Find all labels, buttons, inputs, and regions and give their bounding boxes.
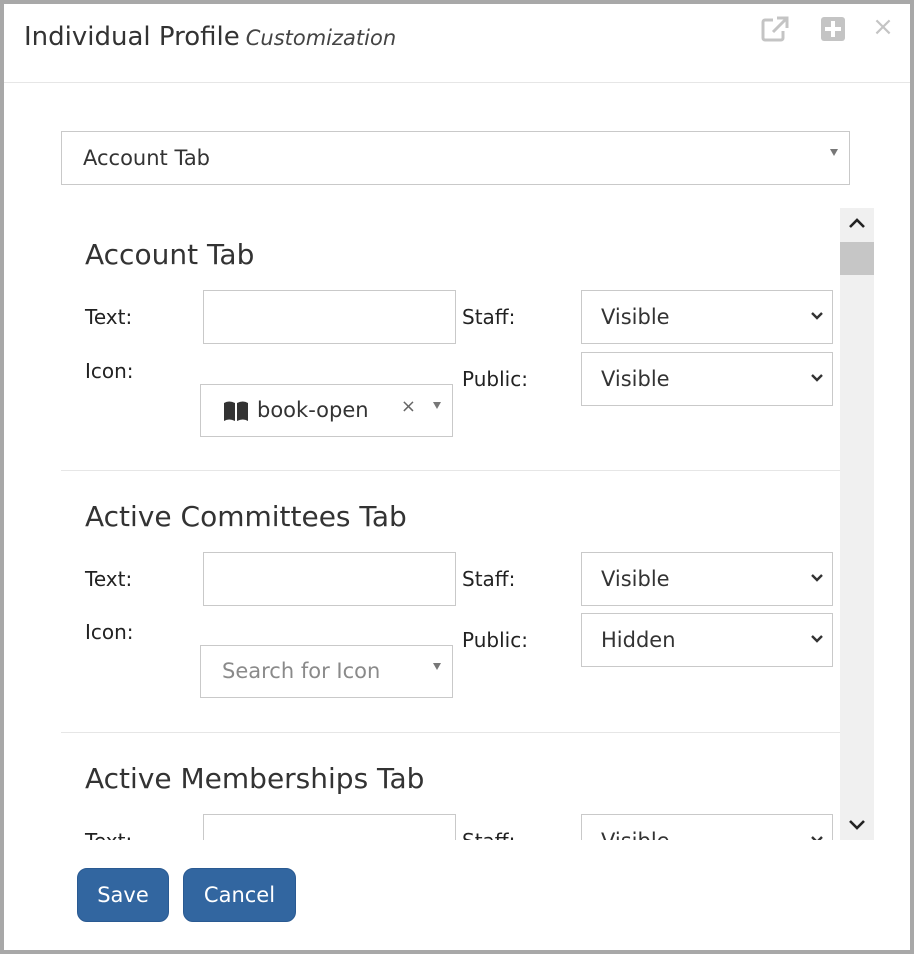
staff-select-value: Visible bbox=[601, 305, 670, 329]
icon-picker-placeholder: Search for Icon bbox=[222, 659, 381, 683]
section-title: Active Committees Tab bbox=[85, 500, 407, 533]
public-select-value: Visible bbox=[601, 367, 670, 391]
close-icon[interactable]: × bbox=[868, 12, 898, 42]
chevron-down-icon bbox=[811, 574, 823, 582]
staff-label: Staff: bbox=[462, 305, 516, 329]
section-title: Active Memberships Tab bbox=[85, 762, 425, 795]
caret-down-icon bbox=[433, 663, 441, 670]
tab-select-value: Account Tab bbox=[83, 146, 211, 170]
scrollbar[interactable] bbox=[840, 208, 874, 840]
text-label: Text: bbox=[85, 567, 133, 591]
tab-select[interactable]: Account Tab bbox=[61, 131, 850, 185]
section-active-committees-tab: Active Committees Tab Text: Staff: Visib… bbox=[61, 470, 840, 733]
staff-label: Staff: bbox=[462, 567, 516, 591]
external-link-icon[interactable] bbox=[760, 14, 790, 44]
text-label: Text: bbox=[85, 829, 132, 840]
public-select[interactable]: Hidden bbox=[581, 613, 833, 667]
public-select-value: Hidden bbox=[601, 628, 676, 652]
book-open-icon bbox=[224, 401, 248, 421]
icon-picker-text: book-open bbox=[257, 398, 369, 422]
chevron-down-icon bbox=[811, 635, 823, 643]
customization-dialog: Individual Profile Customization × Accoun… bbox=[0, 0, 914, 954]
chevron-down-icon bbox=[811, 836, 823, 840]
dialog-subtitle: Customization bbox=[245, 26, 397, 50]
staff-label: Staff: bbox=[462, 829, 515, 840]
dialog-header: Individual Profile Customization × bbox=[4, 4, 910, 83]
icon-picker-value: book-open bbox=[223, 385, 369, 436]
public-label: Public: bbox=[462, 628, 528, 652]
section-active-memberships-tab: Active Memberships Tab Text: Staff: Visi… bbox=[61, 732, 840, 840]
dialog-title-text: Individual Profile bbox=[24, 22, 240, 52]
caret-down-icon bbox=[433, 402, 441, 409]
staff-select[interactable]: Visible bbox=[581, 814, 833, 840]
icon-label: Icon: bbox=[85, 359, 134, 383]
scrollbar-thumb[interactable] bbox=[840, 242, 874, 275]
icon-picker[interactable]: book-open × bbox=[200, 384, 453, 437]
text-input[interactable] bbox=[203, 814, 456, 840]
staff-select-value: Visible bbox=[601, 567, 670, 591]
caret-down-icon bbox=[830, 149, 838, 156]
dialog-title: Individual Profile Customization bbox=[24, 22, 396, 52]
staff-select[interactable]: Visible bbox=[581, 552, 833, 606]
text-input[interactable] bbox=[203, 552, 456, 606]
staff-select[interactable]: Visible bbox=[581, 290, 833, 344]
cancel-button[interactable]: Cancel bbox=[183, 868, 296, 922]
clear-icon[interactable]: × bbox=[401, 385, 416, 429]
chevron-down-icon bbox=[811, 312, 823, 320]
public-label: Public: bbox=[462, 367, 528, 391]
icon-picker[interactable]: Search for Icon bbox=[200, 645, 453, 698]
text-input[interactable] bbox=[203, 290, 456, 344]
section-title: Account Tab bbox=[85, 238, 255, 271]
tab-settings-scroll-area[interactable]: Account Tab Text: Staff: Visible Icon: P… bbox=[61, 208, 874, 840]
chevron-down-icon bbox=[811, 374, 823, 382]
plus-square-icon[interactable] bbox=[818, 14, 848, 44]
text-label: Text: bbox=[85, 305, 133, 329]
scroll-down-icon[interactable] bbox=[840, 810, 874, 840]
scroll-up-icon[interactable] bbox=[840, 208, 874, 238]
public-select[interactable]: Visible bbox=[581, 352, 833, 406]
section-account-tab: Account Tab Text: Staff: Visible Icon: P… bbox=[61, 208, 840, 471]
staff-select-value: Visible bbox=[601, 829, 670, 840]
save-button[interactable]: Save bbox=[77, 868, 169, 922]
icon-label: Icon: bbox=[85, 620, 134, 644]
